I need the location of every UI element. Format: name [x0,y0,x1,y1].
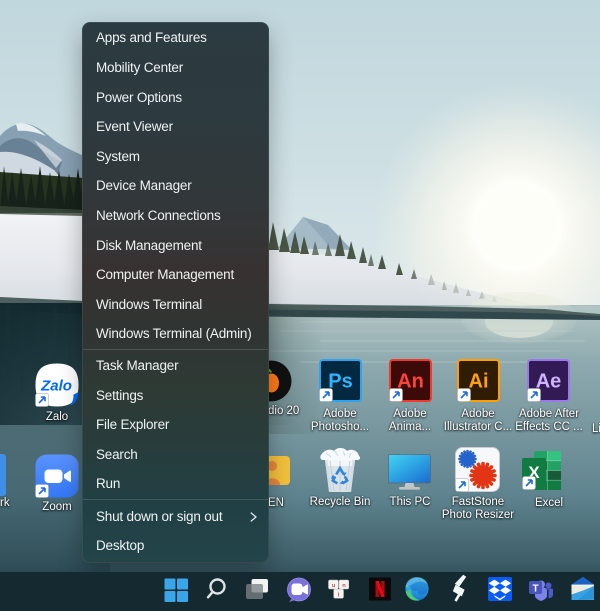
svg-text:T: T [532,584,538,595]
svg-text:Zalo: Zalo [40,378,72,395]
svg-text:n: n [342,583,346,589]
svg-text:u: u [332,583,336,589]
svg-text:Ai: Ai [469,371,489,393]
